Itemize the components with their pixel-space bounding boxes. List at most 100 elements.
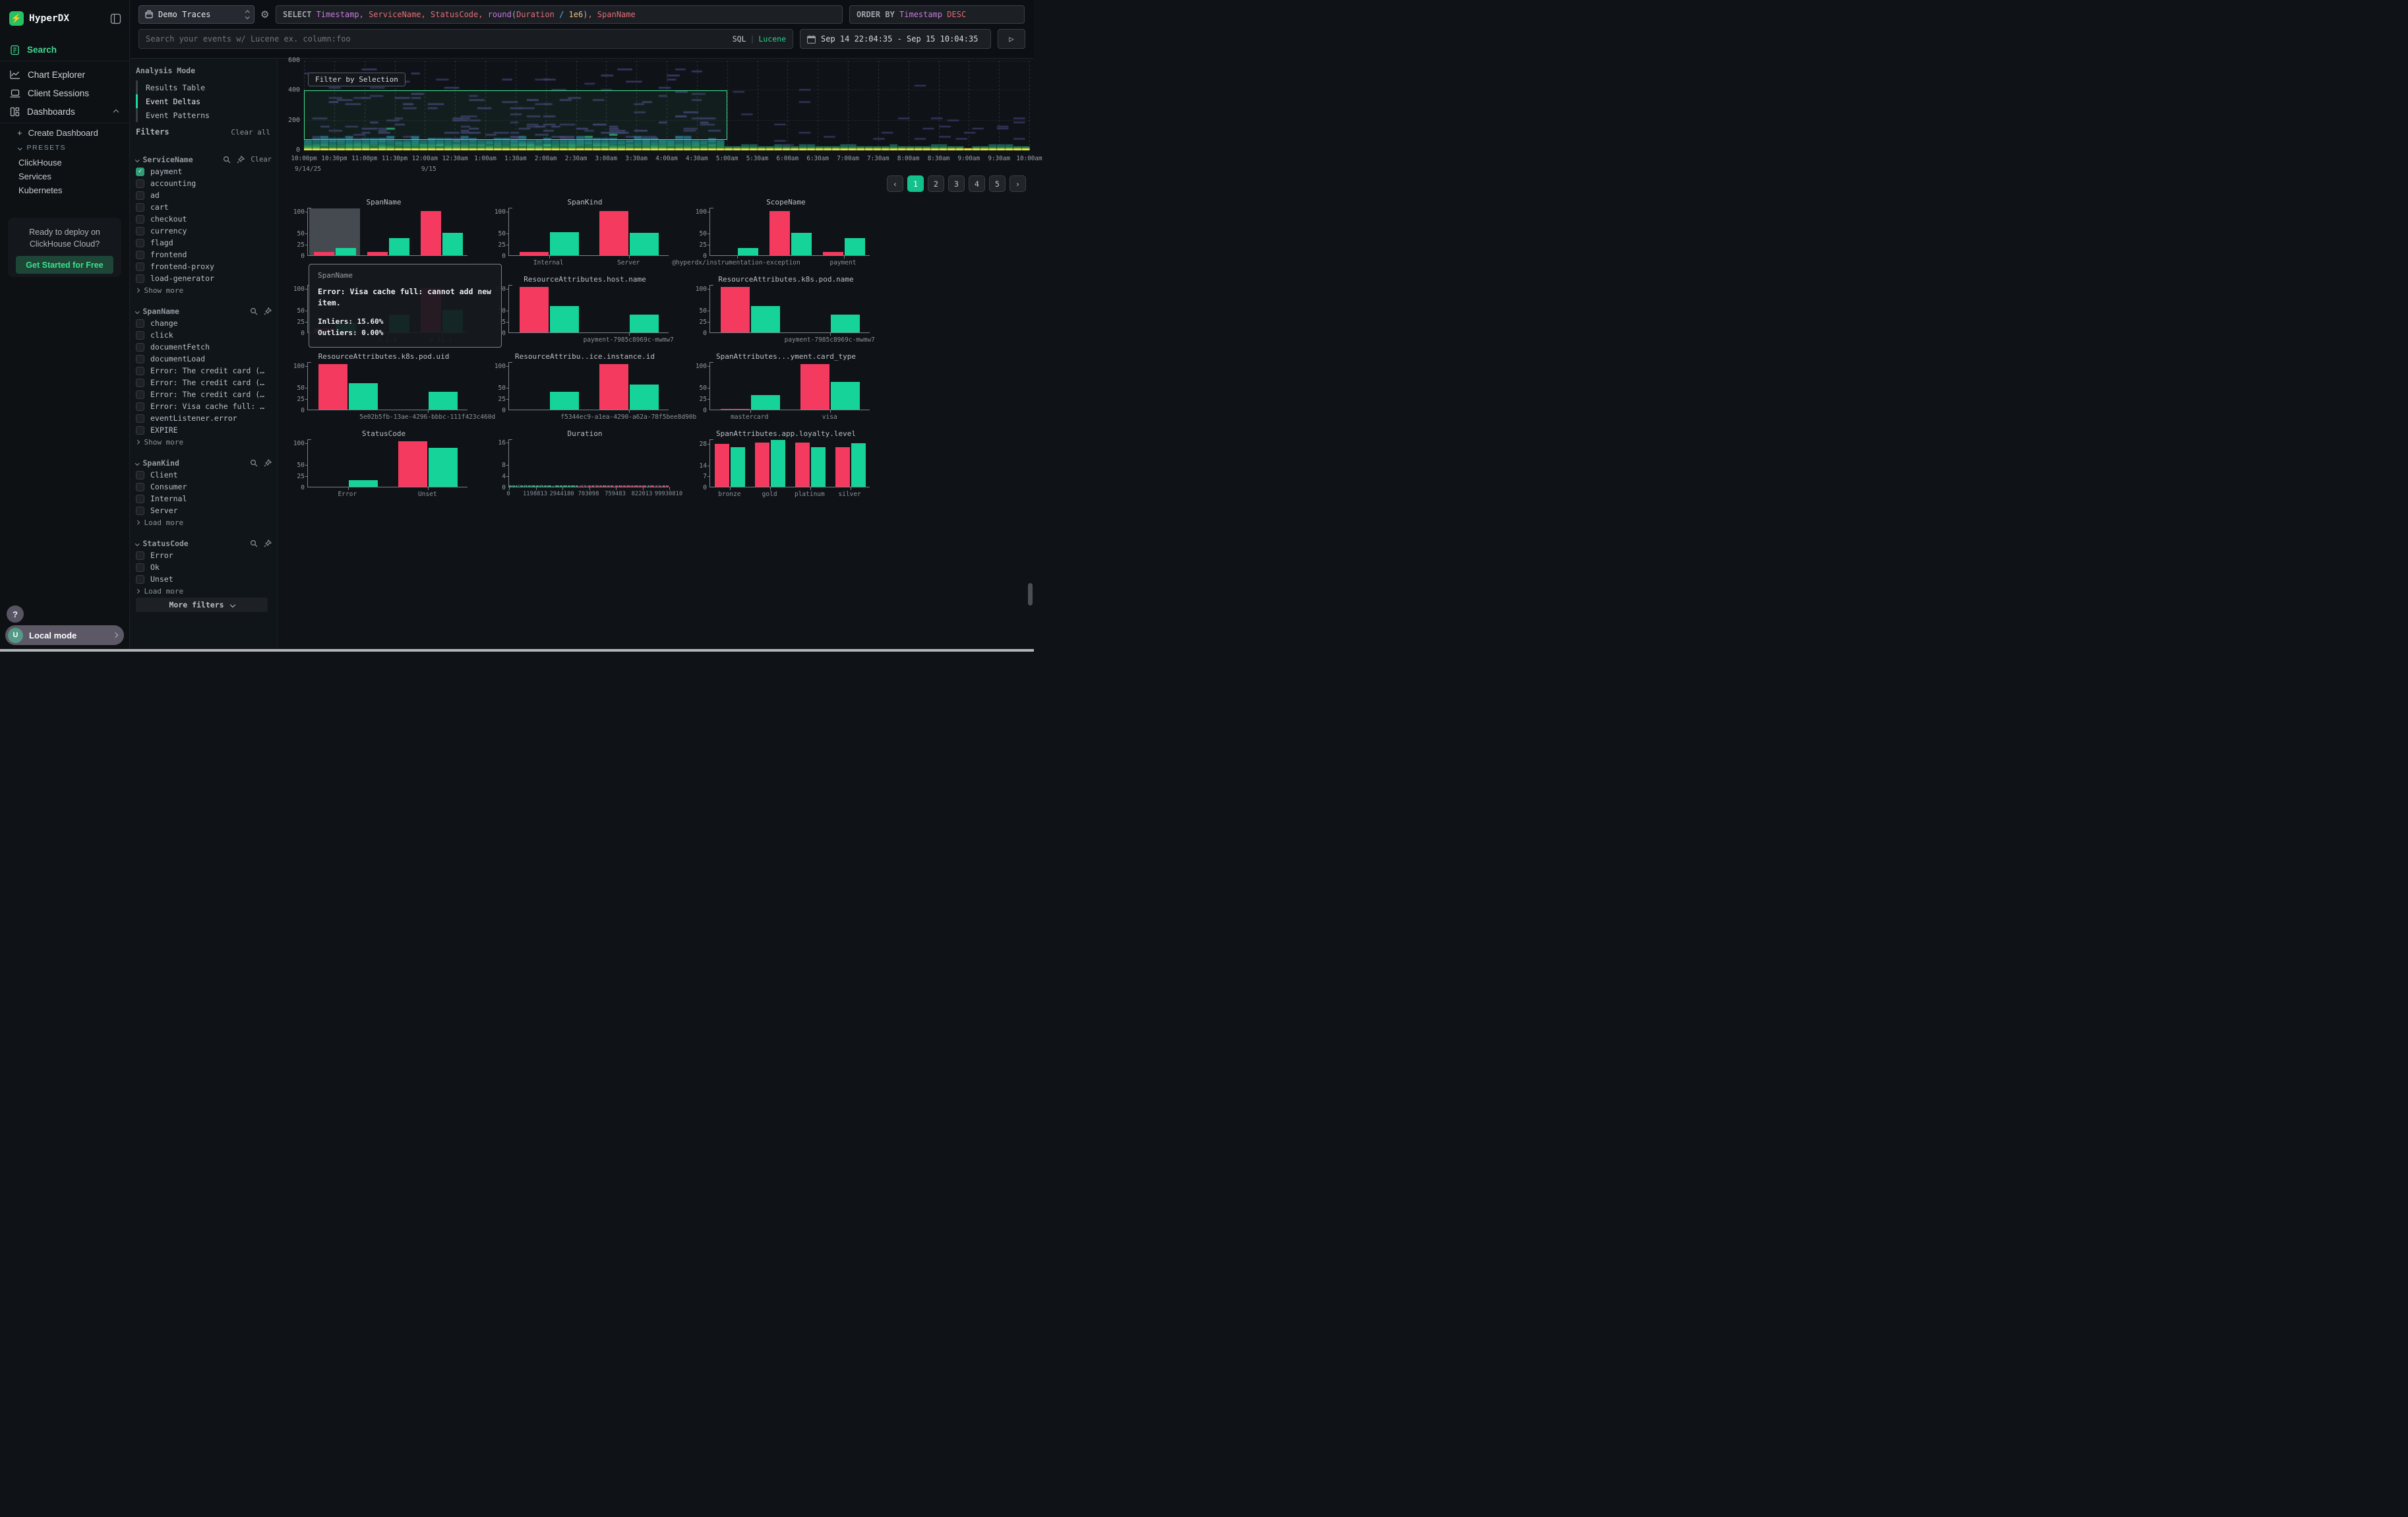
page-button-4[interactable]: 4 — [969, 175, 985, 192]
checkbox[interactable]: ✓ — [136, 168, 144, 176]
filter-option[interactable]: Error: The credit card (… — [136, 365, 272, 377]
show-more-button[interactable]: Load more — [136, 585, 272, 597]
sidebar-item-client-sessions[interactable]: Client Sessions — [0, 84, 130, 102]
filter-section-servicename[interactable]: ServiceNameClear — [136, 154, 272, 166]
checkbox[interactable] — [136, 367, 144, 375]
inlier-bar[interactable] — [550, 232, 579, 255]
filter-option[interactable]: frontend — [136, 249, 272, 261]
checkbox[interactable] — [136, 507, 144, 515]
checkbox[interactable] — [136, 471, 144, 480]
outlier-bar[interactable] — [721, 409, 750, 410]
page-prev-button[interactable]: ‹ — [887, 175, 903, 192]
search-input[interactable] — [146, 34, 733, 44]
filter-option[interactable]: frontend-proxy — [136, 261, 272, 272]
filter-option[interactable]: documentLoad — [136, 353, 272, 365]
sql-select-input[interactable]: SELECT Timestamp, ServiceName, StatusCod… — [276, 5, 843, 24]
outlier-bar[interactable] — [367, 252, 388, 255]
inlier-bar[interactable] — [429, 392, 458, 410]
inlier-bar[interactable] — [831, 315, 860, 332]
sidebar-item-kubernetes[interactable]: Kubernetes — [18, 185, 63, 195]
page-button-2[interactable]: 2 — [928, 175, 944, 192]
scrollbar-thumb[interactable] — [1028, 583, 1033, 605]
outlier-bar[interactable] — [715, 444, 729, 487]
inlier-bar[interactable] — [831, 382, 860, 410]
page-next-button[interactable]: › — [1009, 175, 1026, 192]
checkbox[interactable] — [136, 227, 144, 235]
filter-option[interactable]: checkout — [136, 213, 272, 225]
inlier-bar[interactable] — [771, 440, 785, 487]
checkbox[interactable] — [136, 274, 144, 283]
source-select[interactable]: Demo Traces — [138, 5, 255, 24]
inlier-bar[interactable] — [336, 248, 356, 255]
filter-option[interactable]: Server — [136, 505, 272, 516]
show-more-button[interactable]: Show more — [136, 436, 272, 448]
filter-option[interactable]: click — [136, 329, 272, 341]
checkbox[interactable] — [136, 426, 144, 435]
filter-option[interactable]: Client — [136, 469, 272, 481]
checkbox[interactable] — [136, 379, 144, 387]
analysis-mode-option-event-patterns[interactable]: Event Patterns — [136, 108, 268, 122]
inlier-bar[interactable] — [550, 392, 579, 410]
outlier-bar[interactable] — [318, 364, 347, 410]
pin-icon[interactable] — [264, 459, 272, 467]
sidebar-item-chart-explorer[interactable]: Chart Explorer — [0, 66, 130, 84]
run-query-button[interactable]: ▷ — [998, 29, 1025, 49]
filter-option[interactable]: load-generator — [136, 272, 272, 284]
heatmap-selection[interactable] — [304, 90, 727, 140]
filter-option[interactable]: ad — [136, 189, 272, 201]
chart-plot-area[interactable]: 10050250 — [307, 363, 467, 410]
outlier-bar[interactable] — [599, 211, 628, 255]
clear-all-button[interactable]: Clear all — [231, 128, 270, 137]
filter-option[interactable]: Error: The credit card (… — [136, 388, 272, 400]
checkbox[interactable] — [136, 575, 144, 584]
outlier-bar[interactable] — [599, 364, 628, 410]
checkbox[interactable] — [136, 563, 144, 572]
create-dashboard-button[interactable]: + Create Dashboard — [17, 128, 98, 138]
filter-option[interactable]: Consumer — [136, 481, 272, 493]
sidebar-item-search[interactable]: Search — [0, 41, 130, 59]
checkbox[interactable] — [136, 251, 144, 259]
collapse-sidebar-icon[interactable] — [110, 13, 121, 24]
filter-option[interactable]: Ok — [136, 561, 272, 573]
inlier-bar[interactable] — [630, 385, 659, 410]
inlier-bar[interactable] — [442, 233, 463, 255]
filter-section-spanname[interactable]: SpanName — [136, 305, 272, 317]
help-button[interactable]: ? — [7, 605, 24, 623]
page-button-3[interactable]: 3 — [948, 175, 965, 192]
filter-option[interactable]: currency — [136, 225, 272, 237]
inlier-bar[interactable] — [349, 480, 378, 487]
inlier-bar[interactable] — [429, 448, 458, 487]
filter-option[interactable]: change — [136, 317, 272, 329]
chart-plot-area[interactable]: 10050250 — [709, 363, 870, 410]
checkbox[interactable] — [136, 495, 144, 503]
checkbox[interactable] — [136, 331, 144, 340]
chart-plot-area[interactable]: 10050250 — [508, 208, 669, 256]
filter-option[interactable]: Error — [136, 549, 272, 561]
search-icon[interactable] — [250, 459, 258, 467]
inlier-bar[interactable] — [630, 233, 659, 255]
checkbox[interactable] — [136, 239, 144, 247]
filter-option[interactable]: accounting — [136, 177, 272, 189]
filter-option[interactable]: Error: Visa cache full: … — [136, 400, 272, 412]
checkbox[interactable] — [136, 343, 144, 352]
outlier-bar[interactable] — [835, 447, 850, 487]
checkbox[interactable] — [136, 551, 144, 560]
filter-option[interactable]: cart — [136, 201, 272, 213]
inlier-bar[interactable] — [751, 306, 780, 332]
pin-icon[interactable] — [264, 307, 272, 315]
time-range-picker[interactable]: Sep 14 22:04:35 - Sep 15 10:04:35 — [800, 29, 991, 49]
checkbox[interactable] — [136, 483, 144, 491]
outlier-bar[interactable] — [398, 441, 427, 487]
sql-toggle[interactable]: SQL — [733, 34, 746, 44]
checkbox[interactable] — [136, 355, 144, 363]
filter-section-statuscode[interactable]: StatusCode — [136, 538, 272, 549]
lucene-toggle[interactable]: Lucene — [758, 34, 786, 44]
show-more-button[interactable]: Show more — [136, 284, 272, 296]
filter-section-spankind[interactable]: SpanKind — [136, 457, 272, 469]
sidebar-item-clickhouse[interactable]: ClickHouse — [18, 158, 62, 168]
presets-toggle[interactable]: PRESETS — [18, 144, 66, 152]
show-more-button[interactable]: Load more — [136, 516, 272, 528]
inlier-bar[interactable] — [791, 233, 812, 255]
inlier-bar[interactable] — [731, 447, 745, 487]
checkbox[interactable] — [136, 402, 144, 411]
